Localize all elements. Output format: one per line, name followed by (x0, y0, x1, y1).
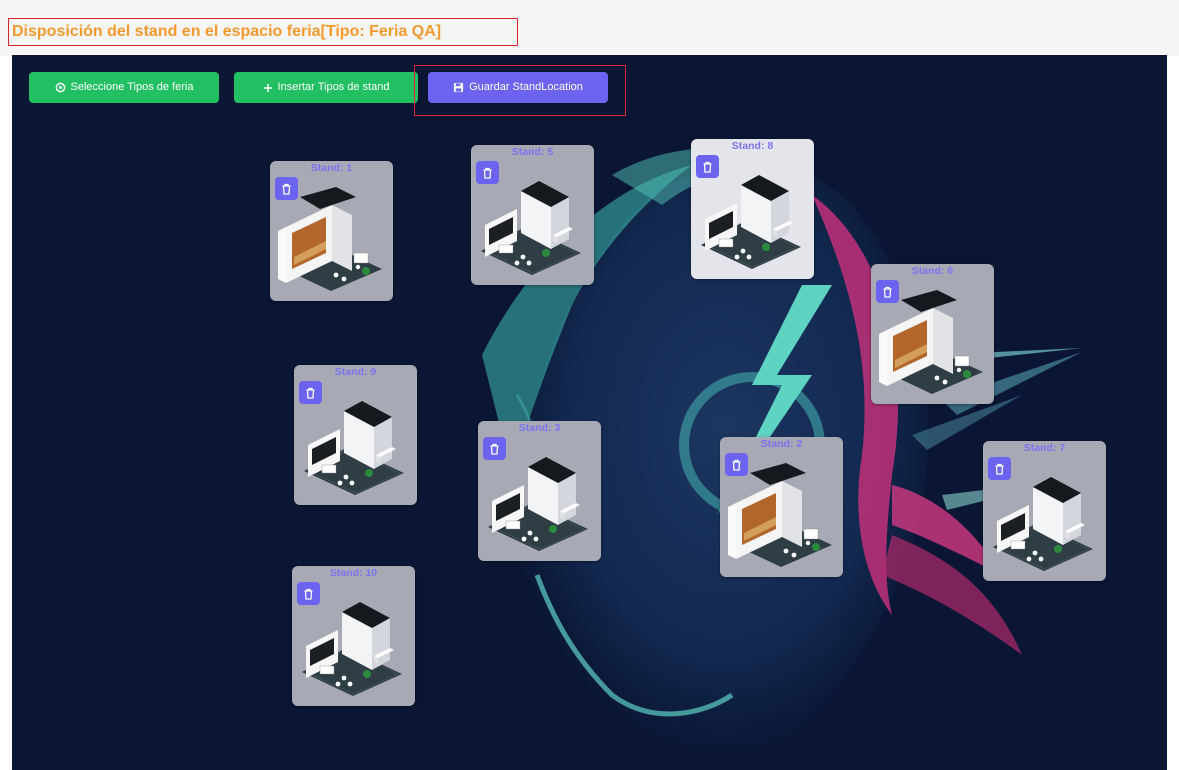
delete-stand-button[interactable] (696, 155, 719, 178)
stand-card[interactable]: Stand: 6 (871, 264, 994, 404)
trash-icon (490, 443, 499, 455)
stand-image (487, 456, 589, 552)
floppy-disk-icon (453, 82, 464, 93)
stand-image (992, 476, 1094, 572)
trash-icon (703, 161, 712, 173)
delete-stand-button[interactable] (725, 453, 748, 476)
trash-icon (732, 459, 741, 471)
stand-card[interactable]: Stand: 10 (292, 566, 415, 706)
trash-icon (883, 286, 892, 298)
stand-card[interactable]: Stand: 3 (478, 421, 601, 561)
save-stand-location-label: Guardar StandLocation (469, 81, 583, 93)
stand-label: Stand: 6 (911, 265, 954, 277)
stand-card[interactable]: Stand: 1 (270, 161, 393, 301)
stand-card[interactable]: Stand: 8 (691, 139, 814, 279)
trash-icon (483, 167, 492, 179)
insert-stand-types-button[interactable]: Insertar Tipos de stand (234, 72, 418, 103)
insert-stand-types-label: Insertar Tipos de stand (277, 81, 390, 93)
stand-image (480, 180, 582, 276)
stand-card[interactable]: Stand: 9 (294, 365, 417, 505)
stand-card[interactable]: Stand: 5 (471, 145, 594, 285)
delete-stand-button[interactable] (275, 177, 298, 200)
plus-icon (263, 83, 273, 93)
stand-label: Stand: 5 (511, 146, 554, 158)
fair-layout-canvas[interactable]: Seleccione Tipos de feria Insertar Tipos… (12, 55, 1167, 770)
select-fair-types-button[interactable]: Seleccione Tipos de feria (29, 72, 219, 103)
delete-stand-button[interactable] (297, 582, 320, 605)
stand-label: Stand: 7 (1023, 442, 1066, 454)
trash-icon (306, 387, 315, 399)
delete-stand-button[interactable] (299, 381, 322, 404)
stand-label: Stand: 10 (329, 567, 378, 579)
stand-label: Stand: 8 (731, 140, 774, 152)
trash-icon (282, 183, 291, 195)
save-stand-location-button[interactable]: Guardar StandLocation (428, 72, 608, 103)
stand-image (700, 174, 802, 270)
trash-icon (995, 463, 1004, 475)
stand-label: Stand: 9 (334, 366, 377, 378)
delete-stand-button[interactable] (483, 437, 506, 460)
delete-stand-button[interactable] (476, 161, 499, 184)
stand-label: Stand: 1 (310, 162, 353, 174)
page-title: Disposición del stand en el espacio feri… (8, 18, 518, 46)
stand-image (727, 463, 833, 568)
circle-dot-icon (55, 82, 66, 93)
stand-image (878, 290, 984, 395)
delete-stand-button[interactable] (988, 457, 1011, 480)
stand-label: Stand: 3 (518, 422, 561, 434)
delete-stand-button[interactable] (876, 280, 899, 303)
stand-card[interactable]: Stand: 7 (983, 441, 1106, 581)
select-fair-types-label: Seleccione Tipos de feria (70, 81, 194, 93)
stand-image (301, 601, 403, 697)
stand-image (277, 187, 383, 292)
stand-card[interactable]: Stand: 2 (720, 437, 843, 577)
trash-icon (304, 588, 313, 600)
stand-image (303, 400, 405, 496)
stand-label: Stand: 2 (760, 438, 803, 450)
